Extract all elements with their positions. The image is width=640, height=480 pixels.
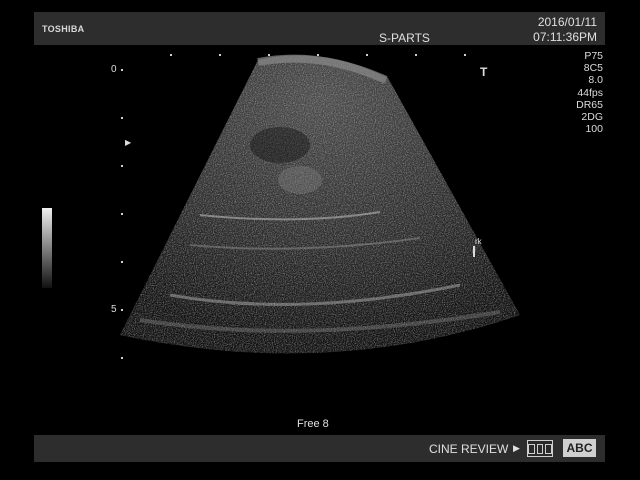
lateral-tick bbox=[219, 54, 221, 56]
datetime: 2016/01/11 07:11:36PM bbox=[533, 15, 597, 45]
brand-logo: TOSHIBA bbox=[42, 24, 85, 34]
cine-review-label: CINE REVIEW bbox=[429, 442, 509, 456]
grayscale-bar bbox=[42, 208, 52, 288]
date-text: 2016/01/11 bbox=[537, 15, 597, 29]
depth-tick bbox=[121, 309, 123, 311]
depth-tick bbox=[121, 213, 123, 215]
focus-arrow-icon: ▶ bbox=[125, 138, 132, 147]
body-mark-label: Free 8 bbox=[297, 418, 329, 430]
lateral-tick bbox=[415, 54, 417, 56]
depth-label-5: 5 bbox=[111, 304, 117, 315]
abc-annotation-button[interactable]: ABC bbox=[563, 439, 596, 457]
depth-label-0: 0 bbox=[111, 64, 117, 75]
depth-tick bbox=[121, 261, 123, 263]
probe-orientation-marker: T bbox=[480, 65, 488, 79]
lateral-tick bbox=[170, 54, 172, 56]
sector-fan bbox=[120, 54, 520, 354]
lateral-tick bbox=[464, 54, 466, 56]
ultrasound-image bbox=[120, 54, 520, 354]
play-triangle-icon[interactable]: ▶ bbox=[513, 443, 520, 454]
lateral-tick bbox=[366, 54, 368, 56]
header-bar: TOSHIBA S-PARTS 2016/01/11 07:11:36PM bbox=[34, 12, 605, 45]
preset-name: S-PARTS bbox=[379, 31, 430, 45]
depth-tick bbox=[121, 357, 123, 359]
lateral-tick bbox=[268, 54, 270, 56]
cine-frames-icon[interactable] bbox=[527, 440, 553, 457]
depth-tick bbox=[121, 165, 123, 167]
lateral-tick bbox=[317, 54, 319, 56]
annotation-cursor bbox=[473, 246, 475, 257]
annotation-label: rk bbox=[475, 237, 482, 246]
time-text: 07:11:36PM bbox=[533, 30, 597, 44]
depth-tick bbox=[121, 69, 123, 71]
depth-tick bbox=[121, 117, 123, 119]
footer-bar: CINE REVIEW ▶ ABC bbox=[34, 435, 605, 462]
